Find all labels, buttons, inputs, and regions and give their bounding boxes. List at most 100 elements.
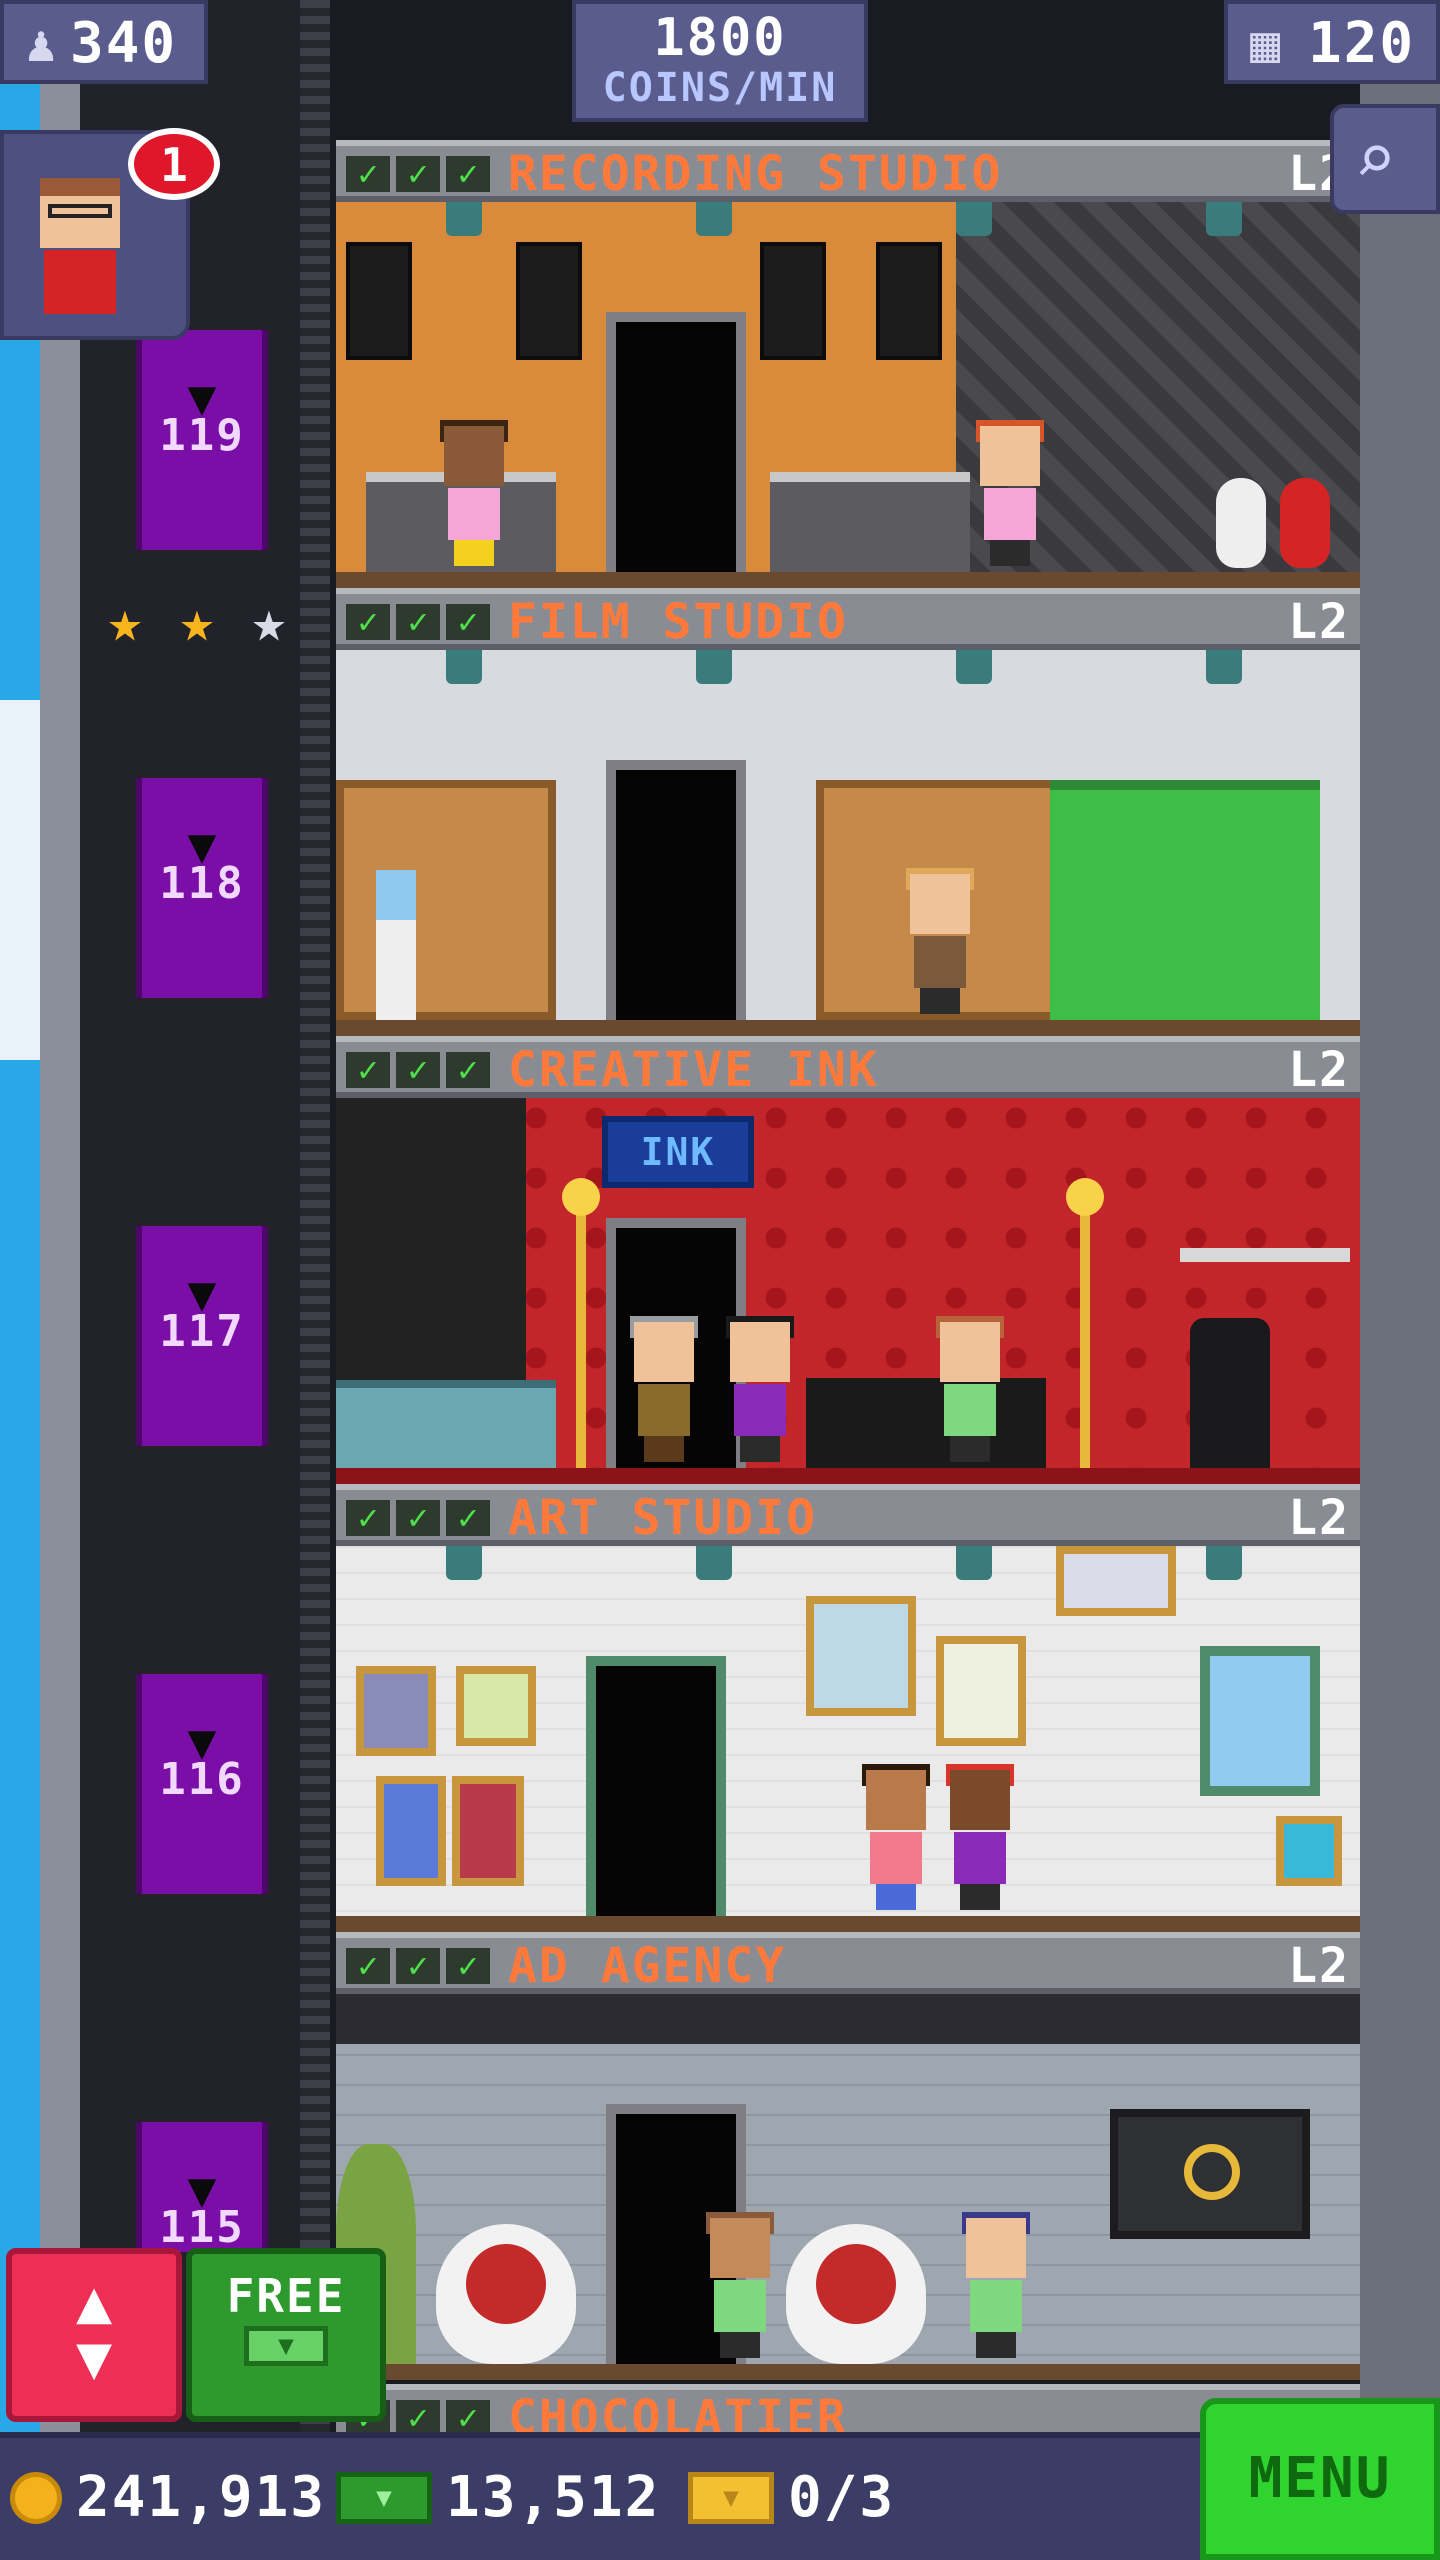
floor-level: L2 (1288, 1042, 1350, 1098)
speaker (876, 242, 942, 360)
bitizen[interactable] (906, 868, 974, 1014)
free-bux-button[interactable]: FREE ▼ (186, 2248, 386, 2422)
elevator-floor-118[interactable]: ▼ 118 (136, 778, 268, 998)
elevator-rail (300, 0, 330, 2560)
ceiling-lamp (446, 1546, 482, 1580)
bitizen[interactable] (726, 1316, 794, 1462)
ceiling-lamp (956, 650, 992, 684)
floor-creative-ink[interactable]: ✓ ✓ ✓ CREATIVE INK L2 INK (336, 1036, 1360, 1484)
room-interior[interactable] (336, 1546, 1360, 1932)
bitizen[interactable] (630, 1316, 698, 1462)
check-icon: ✓ (396, 1052, 440, 1088)
bux-display[interactable]: ▼ 13,512 (336, 2466, 660, 2530)
floor-art-studio[interactable]: ✓ ✓ ✓ ART STUDIO L2 (336, 1484, 1360, 1932)
check-icon: ✓ (446, 2400, 490, 2436)
ceiling-lamp (696, 1546, 732, 1580)
floor-name: CREATIVE INK (508, 1042, 879, 1098)
floor-count-value: 120 (1308, 11, 1416, 76)
ceiling-lamp (1206, 202, 1242, 236)
cloud (0, 700, 40, 1060)
floor-checks: ✓ ✓ ✓ (346, 1052, 490, 1088)
guitar (1216, 478, 1266, 568)
bitizen[interactable] (976, 420, 1044, 566)
bitizen[interactable] (440, 420, 508, 566)
check-icon: ✓ (446, 1052, 490, 1088)
speaker (760, 242, 826, 360)
check-icon: ✓ (346, 1948, 390, 1984)
check-icon: ✓ (396, 1948, 440, 1984)
elevator-floor-119[interactable]: ▼ 119 (136, 330, 268, 550)
room-interior[interactable] (336, 1994, 1360, 2380)
floor-ad-agency[interactable]: ✓ ✓ ✓ AD AGENCY L2 (336, 1932, 1360, 2380)
floor-recording-studio[interactable]: ✓ ✓ ✓ RECORDING STUDIO L2 (336, 140, 1360, 588)
painting (1056, 1546, 1176, 1616)
floor-header: ✓ ✓ ✓ RECORDING STUDIO L2 (336, 140, 1360, 202)
bitizen[interactable] (962, 2212, 1030, 2358)
floor-level: L2 (1288, 1490, 1350, 1546)
painting (356, 1666, 436, 1756)
coins-rate-unit: COINS/MIN (602, 65, 838, 111)
bux-value: 13,512 (446, 2465, 661, 2530)
check-icon: ✓ (346, 1052, 390, 1088)
star-empty-icon: ★ (251, 587, 287, 655)
elevator-button[interactable]: ▲ ▼ (6, 2248, 182, 2422)
check-icon: ✓ (446, 604, 490, 640)
check-icon: ✓ (446, 1500, 490, 1536)
star-filled-icon: ★ (179, 587, 215, 655)
mixing-desk (770, 472, 970, 572)
tower-right-wall (1360, 0, 1440, 2560)
notification-badge[interactable]: 1 (128, 128, 220, 200)
coins-rate-value: 1800 (653, 8, 787, 68)
elevator-floor-117[interactable]: ▼ 117 (136, 1226, 268, 1446)
bitizen[interactable] (946, 1764, 1014, 1910)
floor-counter[interactable]: ▦ 120 (1224, 0, 1440, 84)
search-button[interactable]: ⌕ (1330, 104, 1440, 214)
ring-icon (1184, 2144, 1240, 2200)
ceiling-lamp (1206, 1546, 1242, 1580)
sofa (806, 1378, 1046, 1468)
star-filled-icon: ★ (107, 587, 143, 655)
ticket-icon: ▼ (688, 2472, 774, 2524)
coins-display[interactable]: 241,913 (10, 2466, 326, 2530)
sky-strip (0, 0, 40, 2560)
avatar-body (44, 250, 116, 314)
menu-button[interactable]: MENU (1200, 2398, 1440, 2560)
display-counter (336, 1380, 556, 1468)
room-interior[interactable] (336, 650, 1360, 1036)
floor-header: ✓ ✓ ✓ CREATIVE INK L2 (336, 1036, 1360, 1098)
elevator-floor-number: 119 (159, 410, 245, 461)
coins-value: 241,913 (76, 2465, 327, 2530)
floor-header: ✓ ✓ ✓ ART STUDIO L2 (336, 1484, 1360, 1546)
bitizen[interactable] (936, 1316, 1004, 1462)
floor-checks: ✓ ✓ ✓ (346, 1500, 490, 1536)
ceiling-lamp (956, 202, 992, 236)
room-interior[interactable] (336, 202, 1360, 588)
check-icon: ✓ (346, 1500, 390, 1536)
room-interior[interactable]: INK (336, 1098, 1360, 1484)
egg-chair (786, 2224, 926, 2364)
room-floorboard (336, 1916, 1360, 1932)
floor-lamp (562, 1178, 600, 1468)
room-door (606, 760, 746, 1020)
room-floorboard (336, 1468, 1360, 1484)
up-down-arrows-icon: ▲ ▼ (75, 2267, 113, 2393)
floor-name: AD AGENCY (508, 1938, 787, 1994)
population-value: 340 (70, 11, 178, 76)
check-icon: ✓ (346, 156, 390, 192)
bitizen[interactable] (706, 2212, 774, 2358)
elevator-floor-115[interactable]: ▼ 115 (136, 2122, 268, 2253)
check-icon: ✓ (396, 156, 440, 192)
elevator-floor-116[interactable]: ▼ 116 (136, 1674, 268, 1894)
bitizen[interactable] (862, 1764, 930, 1910)
ceiling-lamp (696, 650, 732, 684)
coins-per-minute[interactable]: 1800 COINS/MIN (572, 0, 868, 122)
population-counter[interactable]: ♟ 340 (0, 0, 208, 84)
painting (452, 1776, 524, 1886)
room-floorboard (336, 1020, 1360, 1036)
room-floorboard (336, 572, 1360, 588)
tickets-display[interactable]: ▼ 0/3 (688, 2466, 895, 2530)
building-icon: ▦ (1250, 15, 1281, 73)
painting (456, 1666, 536, 1746)
floor-checks: ✓ ✓ ✓ (346, 1948, 490, 1984)
floor-film-studio[interactable]: ✓ ✓ ✓ FILM STUDIO L2 (336, 588, 1360, 1036)
